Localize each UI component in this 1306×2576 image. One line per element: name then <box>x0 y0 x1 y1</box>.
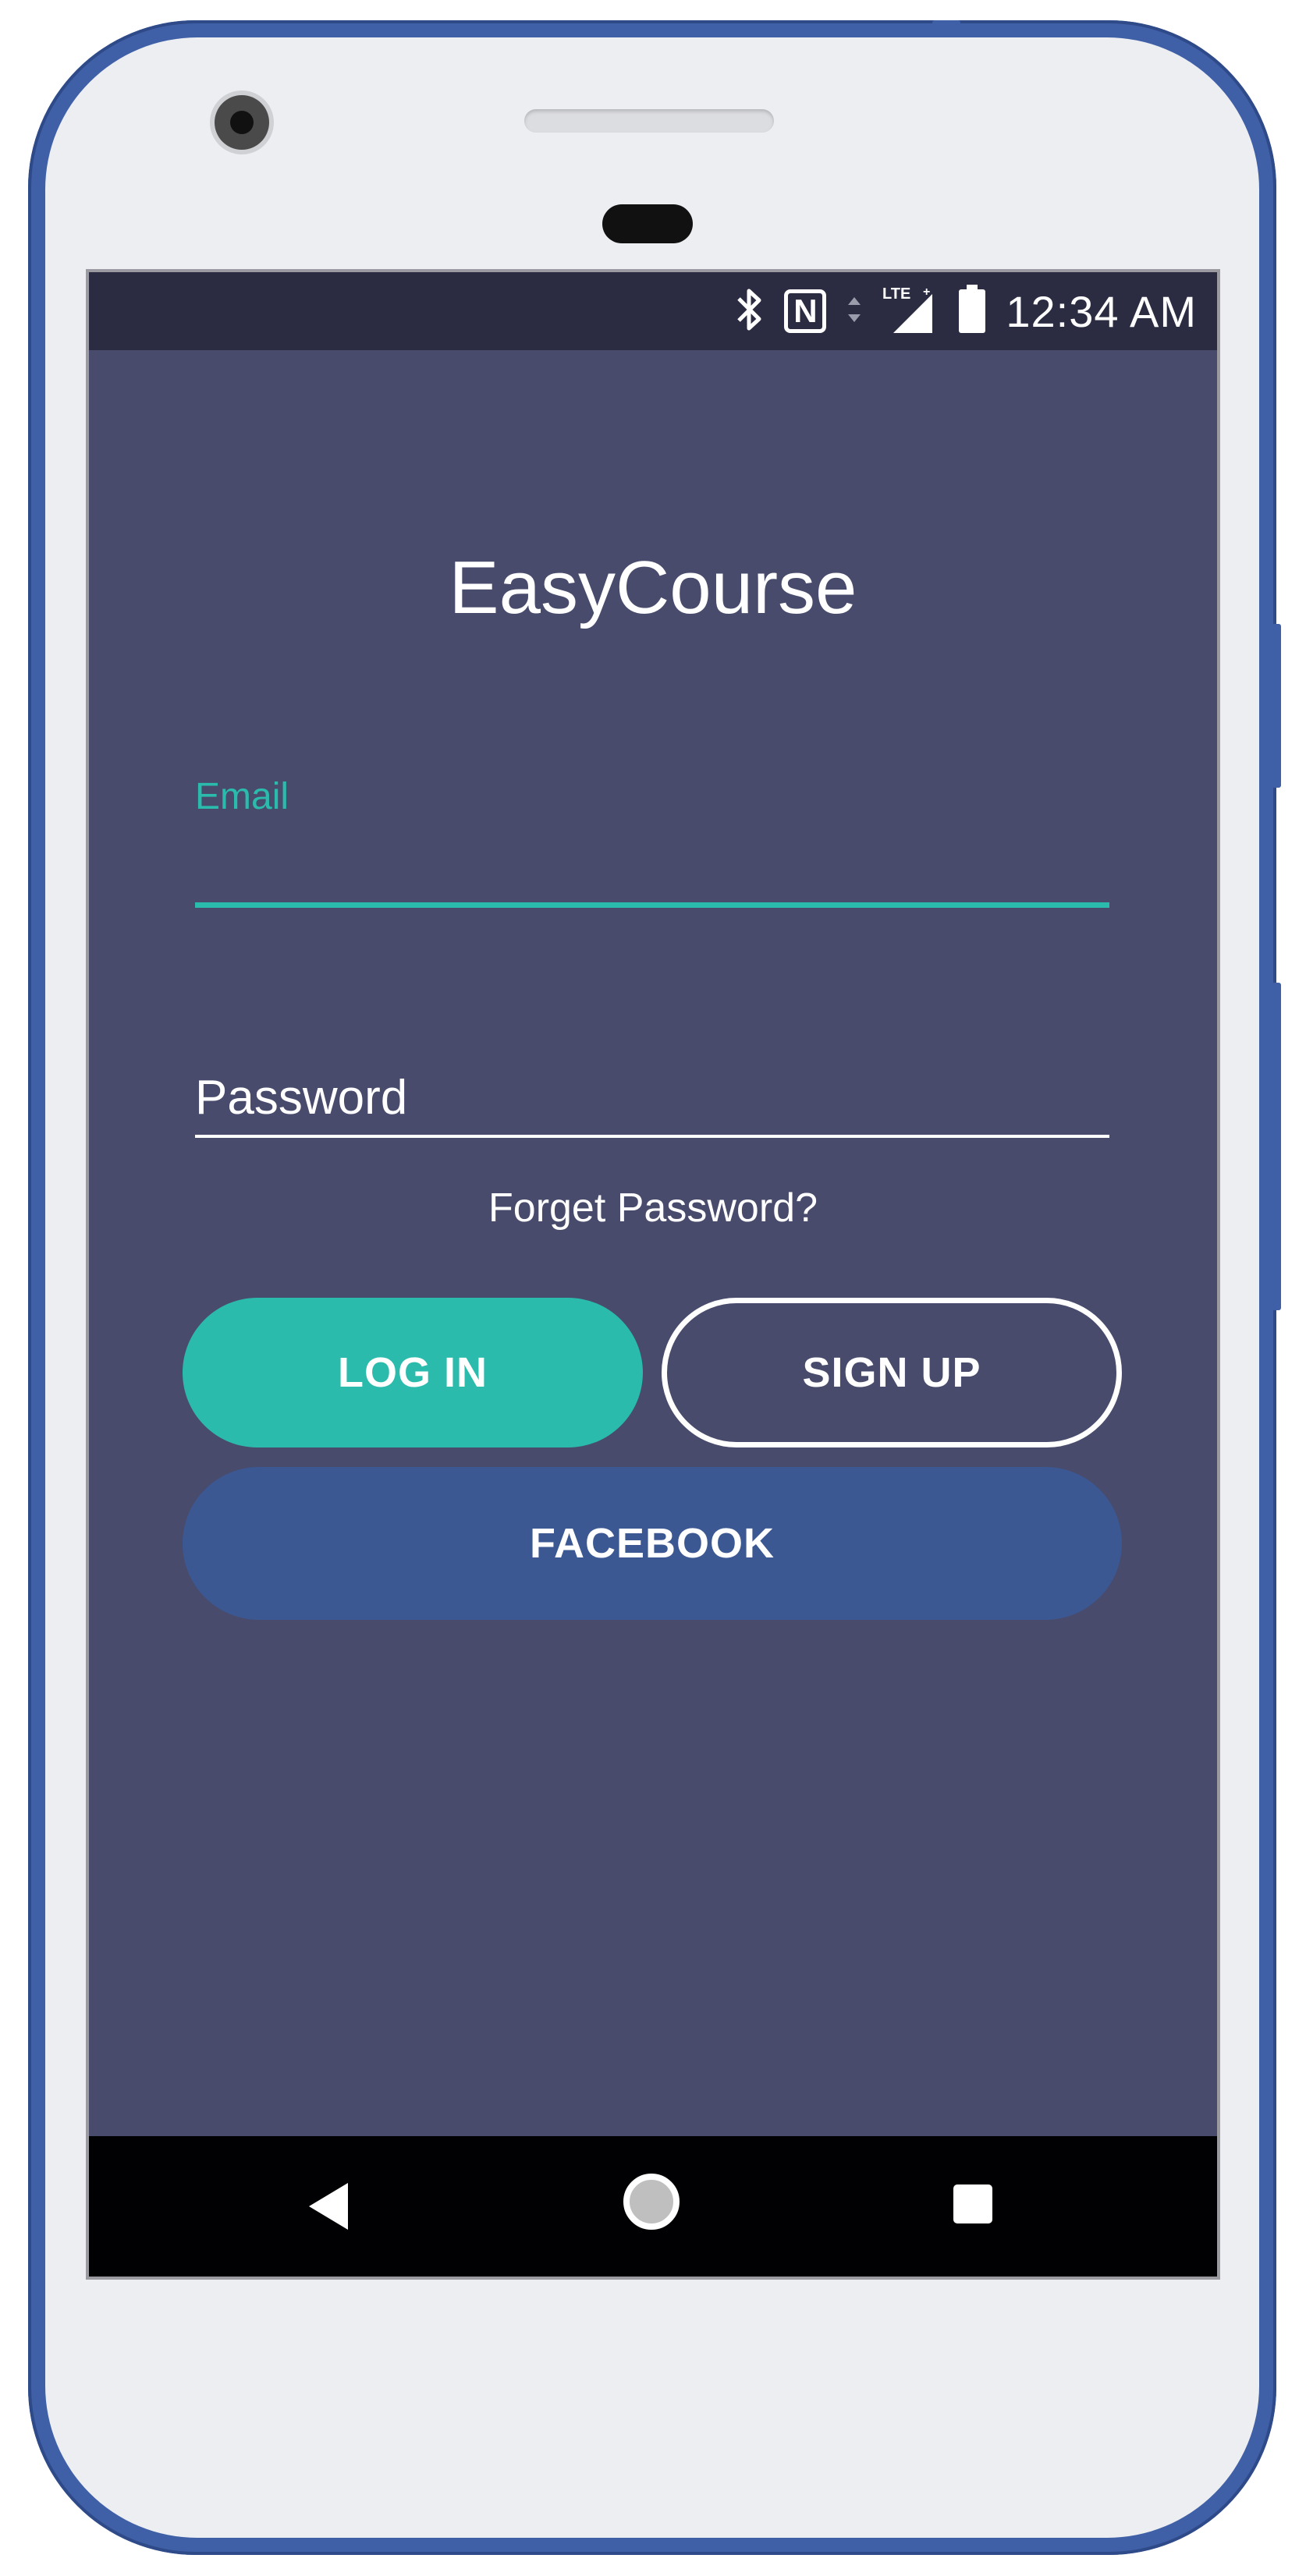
data-arrows-icon <box>846 291 862 332</box>
lte-label: LTE <box>882 285 910 303</box>
recents-icon[interactable] <box>953 2184 992 2223</box>
bluetooth-icon <box>736 286 764 337</box>
frame-antenna-line <box>932 20 960 31</box>
front-camera <box>215 95 269 150</box>
earpiece-speaker <box>524 109 774 133</box>
app-title: EasyCourse <box>449 546 857 629</box>
back-icon[interactable] <box>309 2183 348 2230</box>
proximity-sensor <box>602 204 693 243</box>
facebook-login-button[interactable]: FACEBOOK <box>183 1467 1122 1620</box>
signup-button[interactable]: SIGN UP <box>662 1298 1122 1447</box>
status-bar: N LTE + 12:34 AM <box>89 272 1217 350</box>
status-icons: N LTE + 12:34 AM <box>736 272 1197 350</box>
email-label: Email <box>195 776 289 817</box>
volume-button <box>1272 983 1281 1310</box>
email-field-group: Email <box>195 775 1109 916</box>
status-time: 12:34 AM <box>1006 286 1197 336</box>
home-icon[interactable] <box>623 2174 680 2230</box>
battery-icon <box>959 285 986 333</box>
navigation-bar <box>89 2136 1217 2277</box>
login-button[interactable]: LOG IN <box>183 1298 643 1447</box>
svg-text:+: + <box>923 285 930 299</box>
screen: N LTE + 12:34 AM EasyCourse Email Forget… <box>86 269 1220 2280</box>
password-input[interactable] <box>195 1060 1109 1138</box>
power-button <box>1272 624 1281 788</box>
lte-signal-icon: LTE + <box>882 285 939 338</box>
password-field-group <box>195 1060 1109 1146</box>
nfc-icon: N <box>784 289 827 333</box>
email-input[interactable] <box>195 845 1109 908</box>
forget-password-link[interactable]: Forget Password? <box>89 1181 1217 1235</box>
